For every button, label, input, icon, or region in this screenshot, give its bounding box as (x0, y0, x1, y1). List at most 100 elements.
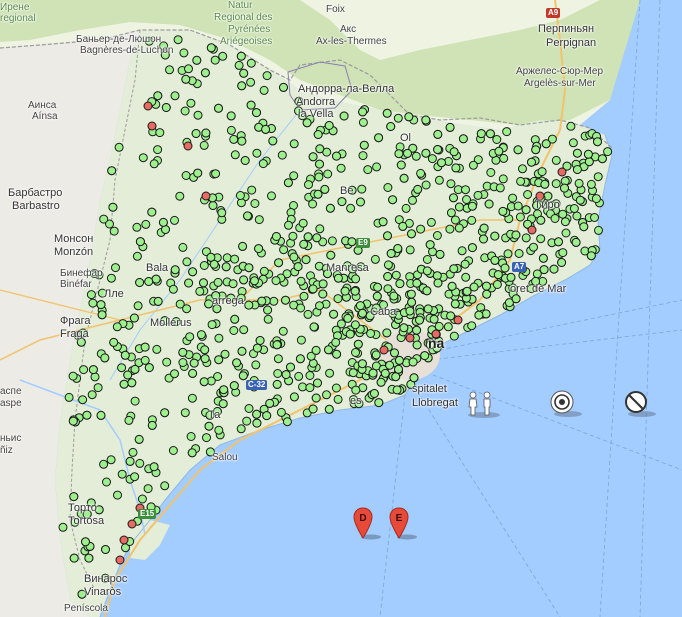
map-marker-red[interactable] (527, 225, 537, 235)
map-marker[interactable] (314, 172, 324, 182)
map-marker[interactable] (289, 171, 299, 181)
map-marker[interactable] (262, 411, 272, 421)
map-marker[interactable] (184, 64, 193, 74)
map-marker[interactable] (421, 115, 431, 125)
map-marker[interactable] (308, 284, 318, 294)
map-marker[interactable] (279, 245, 289, 255)
map-marker[interactable] (492, 135, 502, 144)
map-marker[interactable] (234, 60, 244, 70)
map-marker[interactable] (68, 371, 78, 381)
map-marker[interactable] (206, 43, 216, 53)
map-marker[interactable] (305, 371, 315, 380)
map-marker[interactable] (460, 259, 470, 269)
map-marker[interactable] (111, 263, 120, 273)
map-marker[interactable] (345, 329, 355, 339)
map-marker[interactable] (371, 350, 381, 360)
map-marker[interactable] (258, 159, 268, 169)
map-marker[interactable] (467, 243, 477, 253)
map-marker[interactable] (230, 254, 240, 264)
map-marker[interactable] (229, 134, 239, 144)
map-marker[interactable] (229, 381, 239, 391)
map-marker[interactable] (454, 202, 464, 212)
map-marker[interactable] (451, 163, 461, 173)
map-marker[interactable] (199, 377, 209, 387)
map-marker[interactable] (273, 354, 283, 364)
map-marker[interactable] (378, 217, 388, 227)
map-marker[interactable] (236, 424, 246, 434)
map-marker[interactable] (490, 231, 500, 241)
map-marker[interactable] (413, 184, 423, 194)
map-marker[interactable] (482, 289, 492, 299)
map-marker[interactable] (538, 253, 548, 263)
map-marker[interactable] (124, 415, 134, 425)
map-marker[interactable] (246, 100, 256, 110)
map-marker[interactable] (238, 371, 248, 381)
map-marker[interactable] (222, 253, 232, 263)
map-marker[interactable] (385, 360, 395, 370)
map-marker[interactable] (388, 195, 398, 205)
map-marker[interactable] (237, 346, 247, 356)
map-marker[interactable] (521, 233, 531, 243)
map-marker[interactable] (398, 221, 408, 231)
map-marker[interactable] (112, 322, 122, 332)
map-marker[interactable] (429, 314, 439, 324)
map-marker[interactable] (383, 272, 393, 281)
map-marker[interactable] (395, 279, 405, 289)
map-marker[interactable] (188, 368, 198, 378)
map-marker[interactable] (445, 224, 455, 234)
map-marker[interactable] (315, 224, 325, 234)
map-marker[interactable] (207, 320, 217, 330)
map-marker[interactable] (584, 157, 594, 167)
map-marker[interactable] (374, 133, 384, 143)
map-marker[interactable] (490, 255, 500, 265)
map-marker[interactable] (84, 553, 94, 563)
map-marker[interactable] (168, 446, 178, 455)
map-marker[interactable] (357, 184, 367, 194)
map-marker[interactable] (218, 51, 228, 61)
map-marker[interactable] (303, 232, 313, 242)
map-marker[interactable] (374, 398, 384, 408)
map-marker[interactable] (201, 128, 211, 138)
map-marker[interactable] (322, 390, 331, 400)
map-marker[interactable] (350, 320, 360, 330)
map-marker[interactable] (199, 261, 209, 270)
map-marker[interactable] (239, 68, 249, 78)
map-marker[interactable] (331, 337, 341, 347)
map-marker[interactable] (289, 252, 299, 262)
map-marker-red[interactable] (453, 315, 463, 325)
map-marker[interactable] (558, 209, 568, 219)
map-marker[interactable] (393, 113, 403, 123)
map-marker[interactable] (586, 179, 596, 189)
map-marker[interactable] (401, 203, 411, 213)
map-marker[interactable] (432, 231, 442, 240)
map-marker[interactable] (99, 459, 109, 469)
map-marker[interactable] (106, 273, 116, 283)
map-marker[interactable] (188, 267, 198, 277)
map-marker[interactable] (329, 309, 339, 319)
map-marker[interactable] (128, 447, 138, 457)
map-marker[interactable] (325, 368, 335, 378)
map-marker[interactable] (69, 553, 79, 563)
map-marker[interactable] (244, 404, 254, 413)
map-marker[interactable] (283, 178, 293, 188)
map-marker[interactable] (324, 121, 334, 130)
map-marker[interactable] (337, 197, 347, 207)
map-marker[interactable] (383, 231, 392, 241)
map-marker[interactable] (155, 128, 165, 138)
map-marker[interactable] (119, 379, 129, 389)
map-marker[interactable] (333, 294, 343, 304)
map-marker[interactable] (250, 199, 260, 208)
map-marker[interactable] (353, 339, 363, 349)
map-marker[interactable] (303, 309, 313, 319)
map-marker[interactable] (254, 244, 264, 254)
map-marker[interactable] (405, 245, 415, 255)
map-marker[interactable] (523, 190, 533, 199)
map-marker[interactable] (583, 149, 593, 159)
map-marker[interactable] (78, 395, 88, 405)
map-marker[interactable] (572, 211, 582, 221)
map-marker[interactable] (96, 410, 106, 420)
map-marker[interactable] (495, 183, 505, 193)
map-marker[interactable] (391, 270, 401, 280)
map-marker[interactable] (237, 136, 247, 146)
map-marker[interactable] (230, 150, 240, 160)
